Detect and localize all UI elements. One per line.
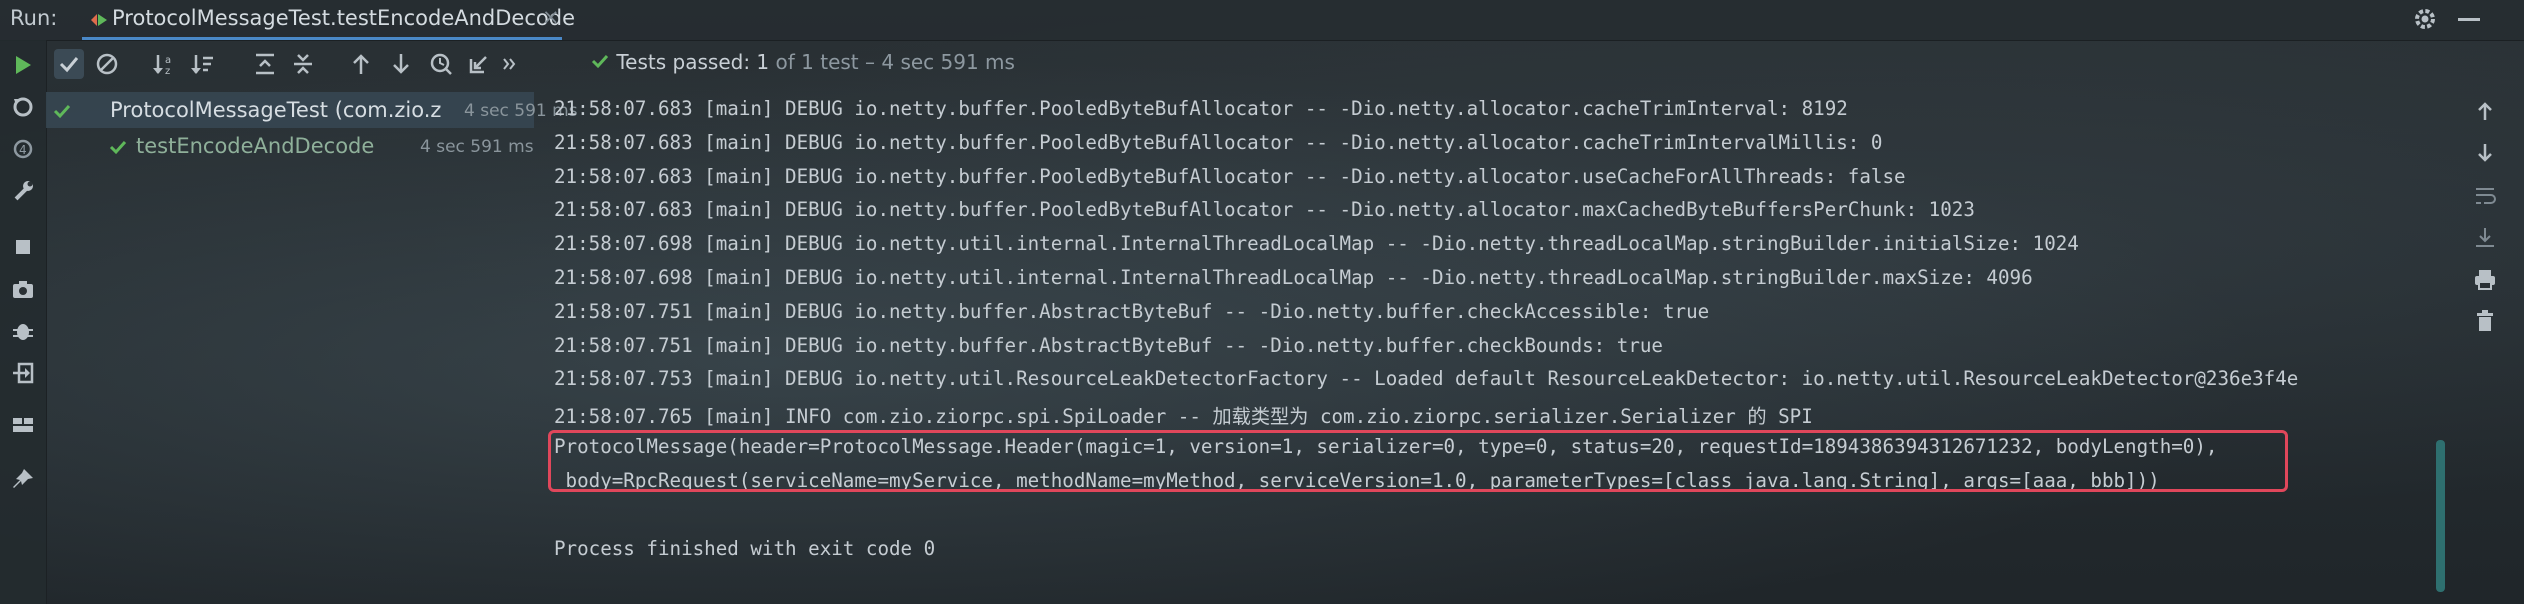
console-output[interactable]: 21:58:07.683 [main] DEBUG io.netty.buffe… (540, 88, 2460, 604)
console-line: 21:58:07.698 [main] DEBUG io.netty.util.… (554, 266, 2033, 289)
console-line: 21:58:07.753 [main] DEBUG io.netty.util.… (554, 367, 2299, 390)
console-line: 21:58:07.751 [main] DEBUG io.netty.buffe… (554, 300, 1710, 323)
svg-text:a: a (165, 55, 171, 66)
console-line: 21:58:07.683 [main] DEBUG io.netty.buffe… (554, 131, 1883, 154)
login-icon[interactable] (10, 360, 36, 386)
import-tests-button[interactable] (464, 49, 494, 79)
sort-duration-icon (191, 55, 213, 74)
svg-text:4: 4 (19, 143, 27, 157)
scroll-to-end-icon[interactable] (2472, 224, 2498, 250)
expand-all-button[interactable] (250, 49, 280, 79)
arrow-down-icon (393, 54, 409, 74)
show-ignored-button[interactable] (92, 49, 122, 79)
minimize-icon[interactable] (2458, 18, 2480, 21)
tree-item-test-method[interactable]: testEncodeAndDecode 4 sec 591 ms (46, 128, 534, 164)
soft-wrap-icon[interactable] (2472, 182, 2498, 208)
expand-all-icon (256, 53, 274, 75)
rerun-icon[interactable] (10, 52, 36, 78)
run-title-bar: Run: ProtocolMessageTest.testEncodeAndDe… (0, 0, 2524, 41)
test-config-icon (91, 14, 107, 26)
rerun-failed-icon[interactable] (10, 94, 36, 120)
ignored-icon (96, 53, 118, 75)
sort-alphabetically-button[interactable]: az (150, 49, 180, 79)
run-tool-window: Run: ProtocolMessageTest.testEncodeAndDe… (0, 0, 2524, 604)
console-line: 21:58:07.698 [main] DEBUG io.netty.util.… (554, 232, 2079, 255)
test-tree: ProtocolMessageTest (com.zio.z 4 sec 591… (46, 88, 578, 604)
run-config-tab[interactable]: ProtocolMessageTest.testEncodeAndDecode … (82, 0, 575, 40)
tree-item-test-class[interactable]: ProtocolMessageTest (com.zio.z 4 sec 591… (46, 92, 578, 128)
show-passed-button[interactable] (54, 49, 84, 79)
history-icon (430, 53, 452, 75)
sort-by-duration-button[interactable] (188, 49, 218, 79)
test-history-button[interactable] (426, 49, 456, 79)
print-icon[interactable] (2472, 266, 2498, 292)
gear-icon[interactable] (2412, 6, 2438, 32)
console-line: 21:58:07.683 [main] DEBUG io.netty.buffe… (554, 97, 1848, 120)
collapse-all-button[interactable] (288, 49, 318, 79)
layout-icon[interactable] (10, 412, 36, 438)
highlight-box (548, 430, 2288, 492)
double-chevron-icon (503, 58, 516, 70)
next-failed-button[interactable] (386, 49, 416, 79)
collapse-all-icon (294, 54, 312, 74)
passed-label: Tests passed: (616, 50, 751, 74)
import-icon (469, 56, 487, 74)
sort-alpha-icon: az (153, 55, 171, 77)
console-line: 21:58:07.751 [main] DEBUG io.netty.buffe… (554, 334, 1663, 357)
test-toolbar: az Tests passed: 1 of 1 test – 4 sec 591… (46, 40, 2466, 88)
console-line: 21:58:07.683 [main] DEBUG io.netty.buffe… (554, 198, 1975, 221)
debug-icon[interactable] (10, 318, 36, 344)
wrench-icon[interactable] (10, 178, 36, 204)
more-actions-button[interactable] (500, 49, 520, 79)
console-scrollbar[interactable] (2436, 440, 2445, 592)
passed-summary: of 1 test – 4 sec 591 ms (775, 50, 1015, 74)
passed-check-icon (53, 104, 71, 119)
trash-icon[interactable] (2472, 308, 2498, 334)
passed-check-icon (591, 54, 609, 69)
console-line: 21:58:07.683 [main] DEBUG io.netty.buffe… (554, 165, 1906, 188)
previous-failed-button[interactable] (346, 49, 376, 79)
run-tab-title: ProtocolMessageTest.testEncodeAndDecode (112, 6, 575, 30)
right-toolbar (2456, 88, 2514, 604)
test-method-time: 4 sec 591 ms (420, 137, 534, 157)
svg-text:z: z (165, 66, 170, 77)
passed-count: 1 (756, 50, 770, 74)
arrow-up-icon (353, 54, 369, 74)
run-label: Run: (10, 6, 58, 30)
toggle-auto-test-icon[interactable]: 4 (10, 136, 36, 162)
pin-icon[interactable] (10, 466, 36, 492)
console-line-exit: Process finished with exit code 0 (554, 537, 936, 560)
test-class-name: ProtocolMessageTest (com.zio.z (110, 98, 442, 122)
left-toolbar: 4 (0, 40, 47, 604)
passed-check-icon (109, 140, 127, 155)
check-icon (59, 57, 79, 73)
console-line: 21:58:07.765 [main] INFO com.zio.ziorpc.… (554, 405, 1813, 428)
test-method-name: testEncodeAndDecode (136, 134, 375, 158)
stop-icon[interactable] (10, 234, 36, 260)
test-status-summary: Tests passed: 1 of 1 test – 4 sec 591 ms (590, 50, 1015, 74)
camera-icon[interactable] (10, 276, 36, 302)
close-tab-icon[interactable]: × (542, 5, 560, 29)
arrow-up-icon[interactable] (2472, 98, 2498, 124)
arrow-down-icon[interactable] (2472, 140, 2498, 166)
